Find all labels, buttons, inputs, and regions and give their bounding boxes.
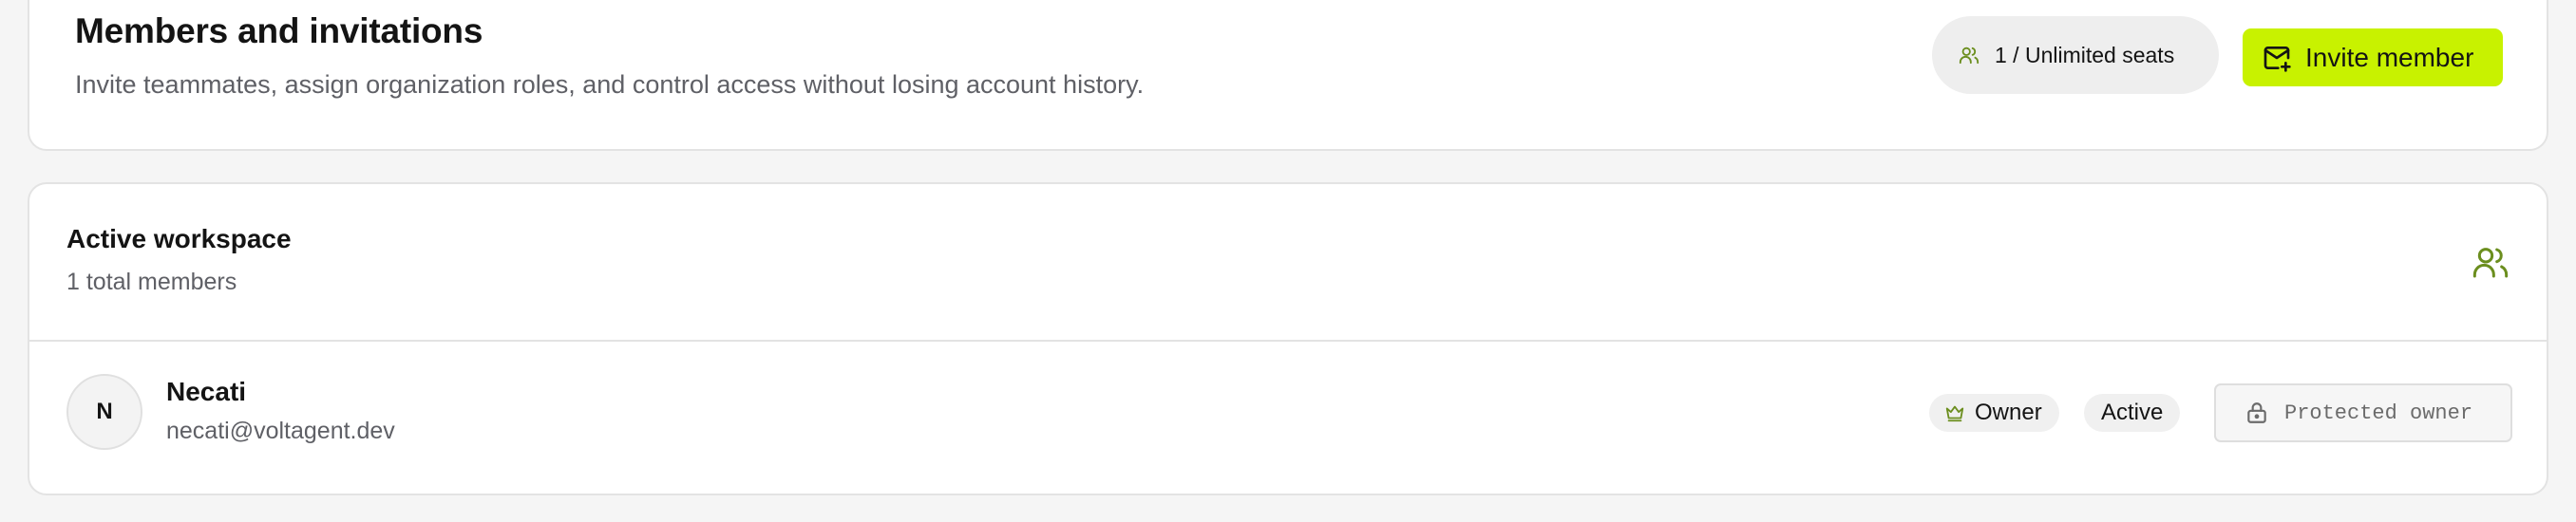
mail-plus-icon — [2262, 43, 2292, 73]
members-header-card: Members and invitations Invite teammates… — [28, 0, 2548, 151]
users-icon — [2472, 243, 2510, 281]
role-label: Owner — [1975, 400, 2042, 425]
workspace-member-count: 1 total members — [66, 269, 237, 295]
status-badge: Active — [2084, 394, 2181, 432]
protected-owner-label: Protected owner — [2284, 401, 2473, 425]
workspace-title: Active workspace — [66, 224, 292, 253]
role-badge: Owner — [1929, 394, 2059, 432]
users-icon — [1959, 45, 1979, 65]
protected-owner-button[interactable]: Protected owner — [2214, 383, 2512, 442]
crown-icon — [1944, 402, 1965, 423]
page-title: Members and invitations — [75, 11, 483, 50]
invite-member-label: Invite member — [2305, 42, 2474, 72]
seats-label: 1 / Unlimited seats — [1995, 42, 2175, 67]
page-subtitle: Invite teammates, assign organization ro… — [75, 70, 1145, 99]
avatar: N — [66, 374, 142, 450]
workspace-members-card: Active workspace 1 total members N Necat… — [28, 182, 2548, 495]
invite-member-button[interactable]: Invite member — [2243, 28, 2503, 86]
seats-badge: 1 / Unlimited seats — [1932, 16, 2219, 94]
table-row: N Necati necati@voltagent.dev Owner Acti… — [29, 342, 2547, 495]
member-name: Necati — [166, 377, 247, 406]
member-email: necati@voltagent.dev — [166, 418, 395, 444]
lock-icon — [2245, 401, 2269, 425]
